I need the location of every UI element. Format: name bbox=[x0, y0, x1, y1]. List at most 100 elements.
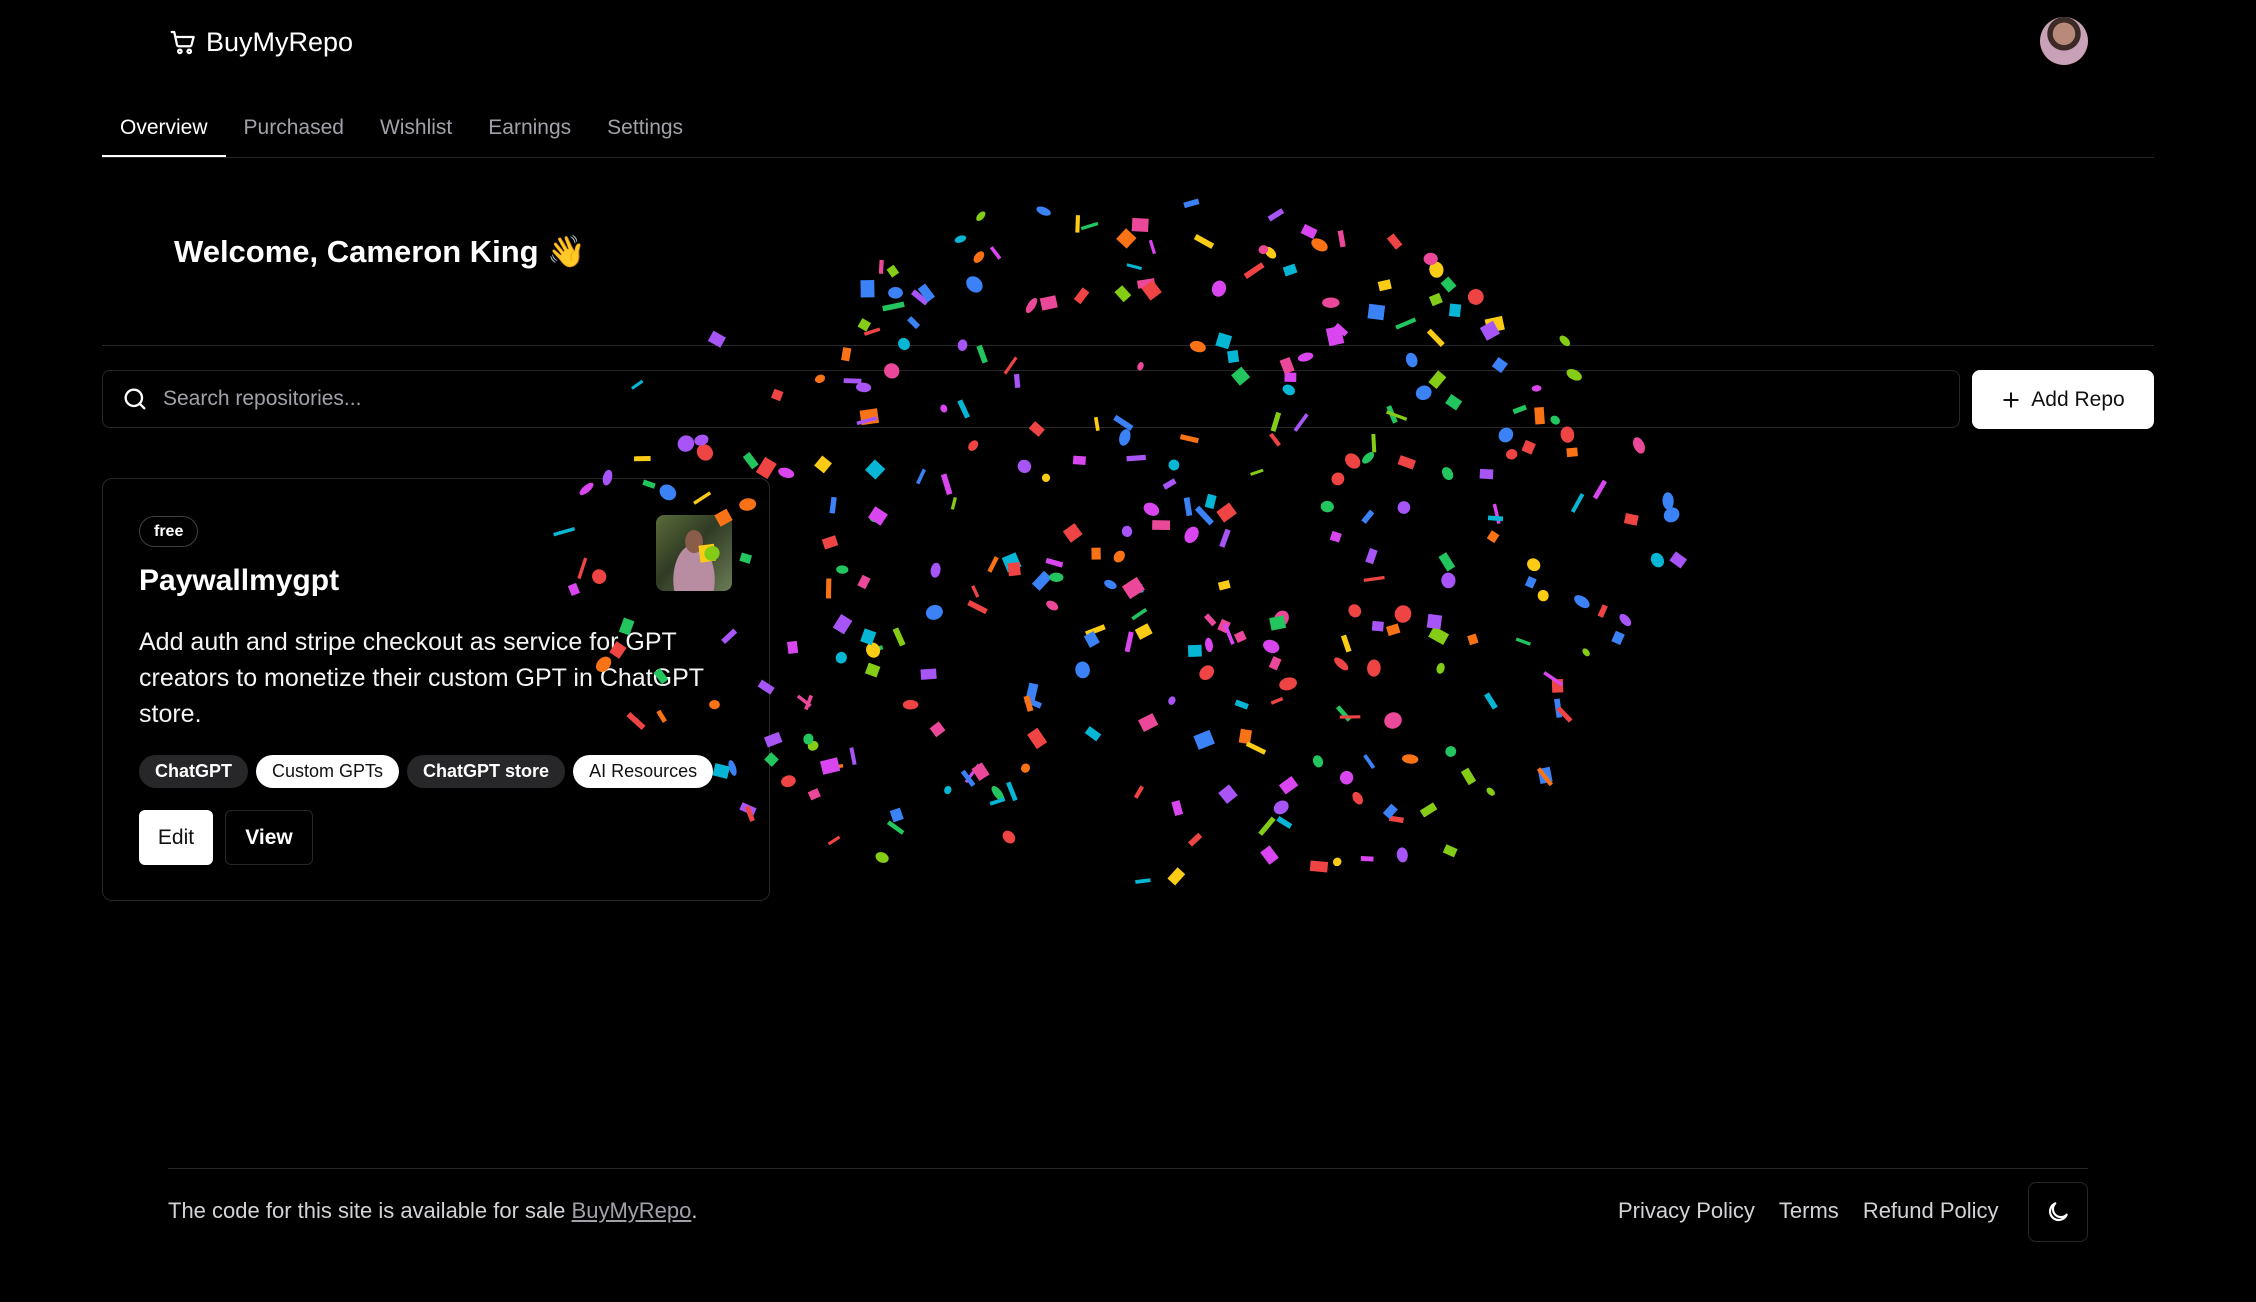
tab-earnings[interactable]: Earnings bbox=[470, 108, 589, 158]
confetti-piece bbox=[1282, 263, 1298, 277]
add-repo-button[interactable]: Add Repo bbox=[1972, 370, 2154, 429]
confetti-piece bbox=[1611, 630, 1625, 646]
confetti-piece bbox=[821, 535, 839, 550]
confetti-piece bbox=[1238, 728, 1253, 745]
confetti-piece bbox=[1362, 452, 1375, 464]
refund-policy-link[interactable]: Refund Policy bbox=[1863, 1196, 1999, 1226]
edit-button[interactable]: Edit bbox=[139, 810, 213, 865]
repo-description: Add auth and stripe checkout as service … bbox=[139, 628, 704, 728]
confetti-piece bbox=[1168, 459, 1180, 471]
confetti-piece bbox=[796, 694, 812, 708]
confetti-piece bbox=[1441, 572, 1456, 589]
confetti-piece bbox=[1002, 830, 1016, 844]
confetti-piece bbox=[677, 435, 695, 452]
confetti-piece bbox=[971, 585, 980, 598]
confetti-piece bbox=[1027, 727, 1048, 750]
confetti-piece bbox=[1152, 520, 1171, 531]
confetti-piece bbox=[1527, 558, 1541, 572]
confetti-piece bbox=[1141, 280, 1162, 301]
confetti-piece bbox=[1543, 671, 1564, 687]
confetti-piece bbox=[1320, 500, 1334, 513]
confetti-piece bbox=[902, 699, 919, 710]
confetti-piece bbox=[825, 578, 832, 599]
confetti-piece bbox=[742, 452, 759, 470]
tab-settings[interactable]: Settings bbox=[589, 108, 701, 158]
confetti-piece bbox=[1126, 263, 1143, 271]
confetti-piece bbox=[1429, 261, 1444, 278]
confetti-piece bbox=[1524, 575, 1537, 589]
tag-chip[interactable]: Custom GPTs bbox=[256, 755, 400, 788]
confetti-piece bbox=[1075, 215, 1080, 233]
confetti-piece bbox=[1023, 695, 1034, 712]
confetti-piece bbox=[1650, 552, 1665, 568]
confetti-piece bbox=[1218, 784, 1238, 804]
confetti-piece bbox=[1385, 623, 1401, 637]
confetti-piece bbox=[1116, 228, 1137, 249]
tag-chip[interactable]: ChatGPT bbox=[139, 755, 249, 788]
confetti-piece bbox=[1183, 497, 1193, 517]
confetti-piece bbox=[841, 347, 852, 362]
confetti-piece bbox=[1187, 644, 1202, 658]
search-bar[interactable] bbox=[102, 370, 1960, 428]
tag-chip[interactable]: ChatGPT store bbox=[407, 755, 566, 788]
confetti-piece bbox=[1402, 754, 1419, 764]
confetti-piece bbox=[907, 316, 921, 330]
confetti-piece bbox=[967, 600, 988, 615]
confetti-piece bbox=[886, 820, 905, 835]
confetti-piece bbox=[1203, 613, 1217, 627]
confetti-piece bbox=[1193, 729, 1215, 750]
brand-name: BuyMyRepo bbox=[206, 26, 354, 57]
confetti-piece bbox=[819, 757, 841, 775]
repo-owner-image bbox=[656, 515, 732, 591]
confetti-piece bbox=[803, 733, 814, 745]
confetti-piece bbox=[1268, 656, 1282, 671]
confetti-piece bbox=[1080, 221, 1099, 231]
confetti-piece bbox=[1041, 473, 1051, 482]
search-input[interactable] bbox=[161, 386, 1959, 412]
confetti-piece bbox=[1394, 605, 1412, 623]
tag-chip[interactable]: AI Resources bbox=[573, 755, 714, 788]
terms-link[interactable]: Terms bbox=[1779, 1196, 1839, 1226]
confetti-piece bbox=[1352, 791, 1364, 805]
confetti-piece bbox=[950, 496, 957, 510]
theme-toggle-button[interactable] bbox=[2028, 1182, 2088, 1242]
confetti-piece bbox=[1188, 832, 1203, 847]
confetti-piece bbox=[1363, 575, 1385, 583]
view-button[interactable]: View bbox=[225, 810, 313, 865]
confetti-piece bbox=[781, 775, 796, 788]
confetti-piece bbox=[1467, 288, 1484, 305]
confetti-piece bbox=[1515, 637, 1531, 646]
confetti-piece bbox=[835, 651, 847, 664]
confetti-piece bbox=[814, 455, 832, 474]
confetti-piece bbox=[1367, 659, 1381, 677]
tab-purchased[interactable]: Purchased bbox=[226, 108, 362, 158]
confetti-piece bbox=[1395, 317, 1417, 330]
confetti-piece bbox=[1339, 770, 1354, 785]
confetti-piece bbox=[864, 662, 881, 678]
confetti-piece bbox=[1322, 297, 1340, 308]
confetti-piece bbox=[1217, 579, 1231, 591]
tab-overview[interactable]: Overview bbox=[102, 108, 226, 158]
confetti-piece bbox=[1332, 857, 1342, 867]
confetti-piece bbox=[836, 565, 849, 574]
confetti-piece bbox=[1269, 615, 1287, 631]
confetti-piece bbox=[1162, 478, 1177, 490]
confetti-piece bbox=[1193, 234, 1215, 249]
confetti-piece bbox=[1021, 763, 1030, 773]
user-avatar[interactable] bbox=[2040, 17, 2088, 65]
confetti-piece bbox=[1075, 661, 1090, 679]
confetti-piece bbox=[1396, 847, 1408, 863]
confetti-piece bbox=[1566, 447, 1578, 458]
confetti-piece bbox=[1334, 657, 1349, 671]
confetti-piece bbox=[1440, 276, 1457, 293]
confetti-piece bbox=[696, 444, 713, 461]
confetti-piece bbox=[1442, 844, 1458, 858]
footer-buymyrepo-link[interactable]: BuyMyRepo bbox=[572, 1198, 692, 1223]
privacy-policy-link[interactable]: Privacy Policy bbox=[1618, 1196, 1755, 1226]
plus-icon bbox=[2003, 391, 2020, 408]
brand-logo[interactable]: BuyMyRepo bbox=[168, 20, 353, 64]
confetti-piece bbox=[882, 301, 905, 312]
confetti-piece bbox=[860, 279, 875, 298]
confetti-piece bbox=[1345, 453, 1361, 469]
tab-wishlist[interactable]: Wishlist bbox=[362, 108, 470, 158]
